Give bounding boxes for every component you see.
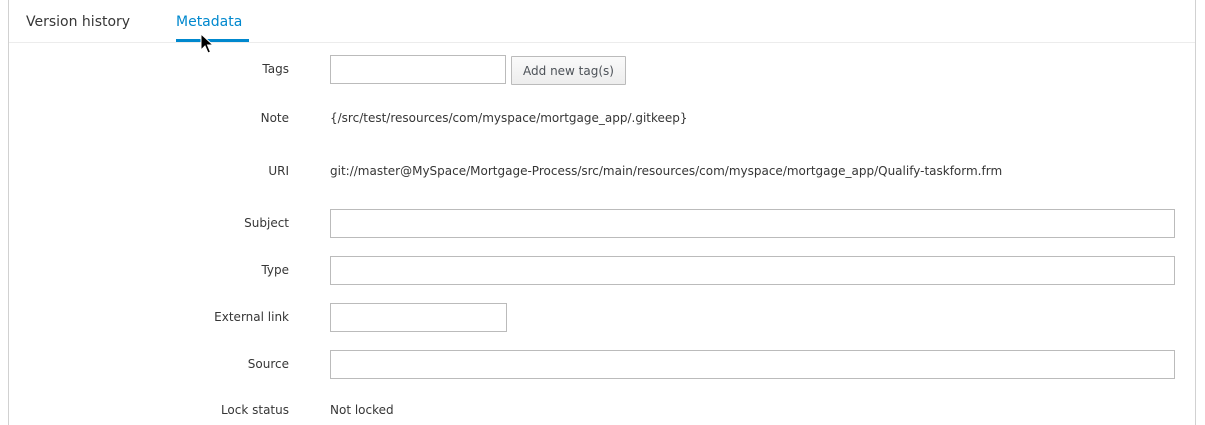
tags-label: Tags bbox=[262, 62, 289, 76]
external-link-input[interactable] bbox=[330, 303, 507, 332]
tab-version-history[interactable]: Version history bbox=[26, 13, 130, 31]
subject-label: Subject bbox=[244, 216, 289, 230]
uri-value: git://master@MySpace/Mortgage-Process/sr… bbox=[330, 164, 1003, 178]
note-label: Note bbox=[260, 111, 289, 125]
subject-input[interactable] bbox=[330, 209, 1175, 238]
uri-label: URI bbox=[268, 164, 289, 178]
external-link-label: External link bbox=[214, 310, 289, 324]
tags-input[interactable] bbox=[330, 55, 506, 84]
source-label: Source bbox=[247, 357, 289, 371]
add-new-tags-button[interactable]: Add new tag(s) bbox=[511, 56, 626, 85]
lock-status-value: Not locked bbox=[330, 403, 394, 417]
tab-bar: Version history Metadata bbox=[9, 0, 1195, 43]
type-label: Type bbox=[261, 263, 289, 277]
mouse-cursor-icon bbox=[200, 33, 215, 54]
tab-metadata[interactable]: Metadata bbox=[176, 13, 242, 31]
lock-status-label: Lock status bbox=[220, 403, 289, 417]
type-input[interactable] bbox=[330, 256, 1175, 285]
metadata-panel: Version history Metadata Tags Add new ta… bbox=[8, 0, 1196, 425]
note-value: {/src/test/resources/com/myspace/mortgag… bbox=[330, 111, 688, 125]
source-input[interactable] bbox=[330, 350, 1175, 379]
